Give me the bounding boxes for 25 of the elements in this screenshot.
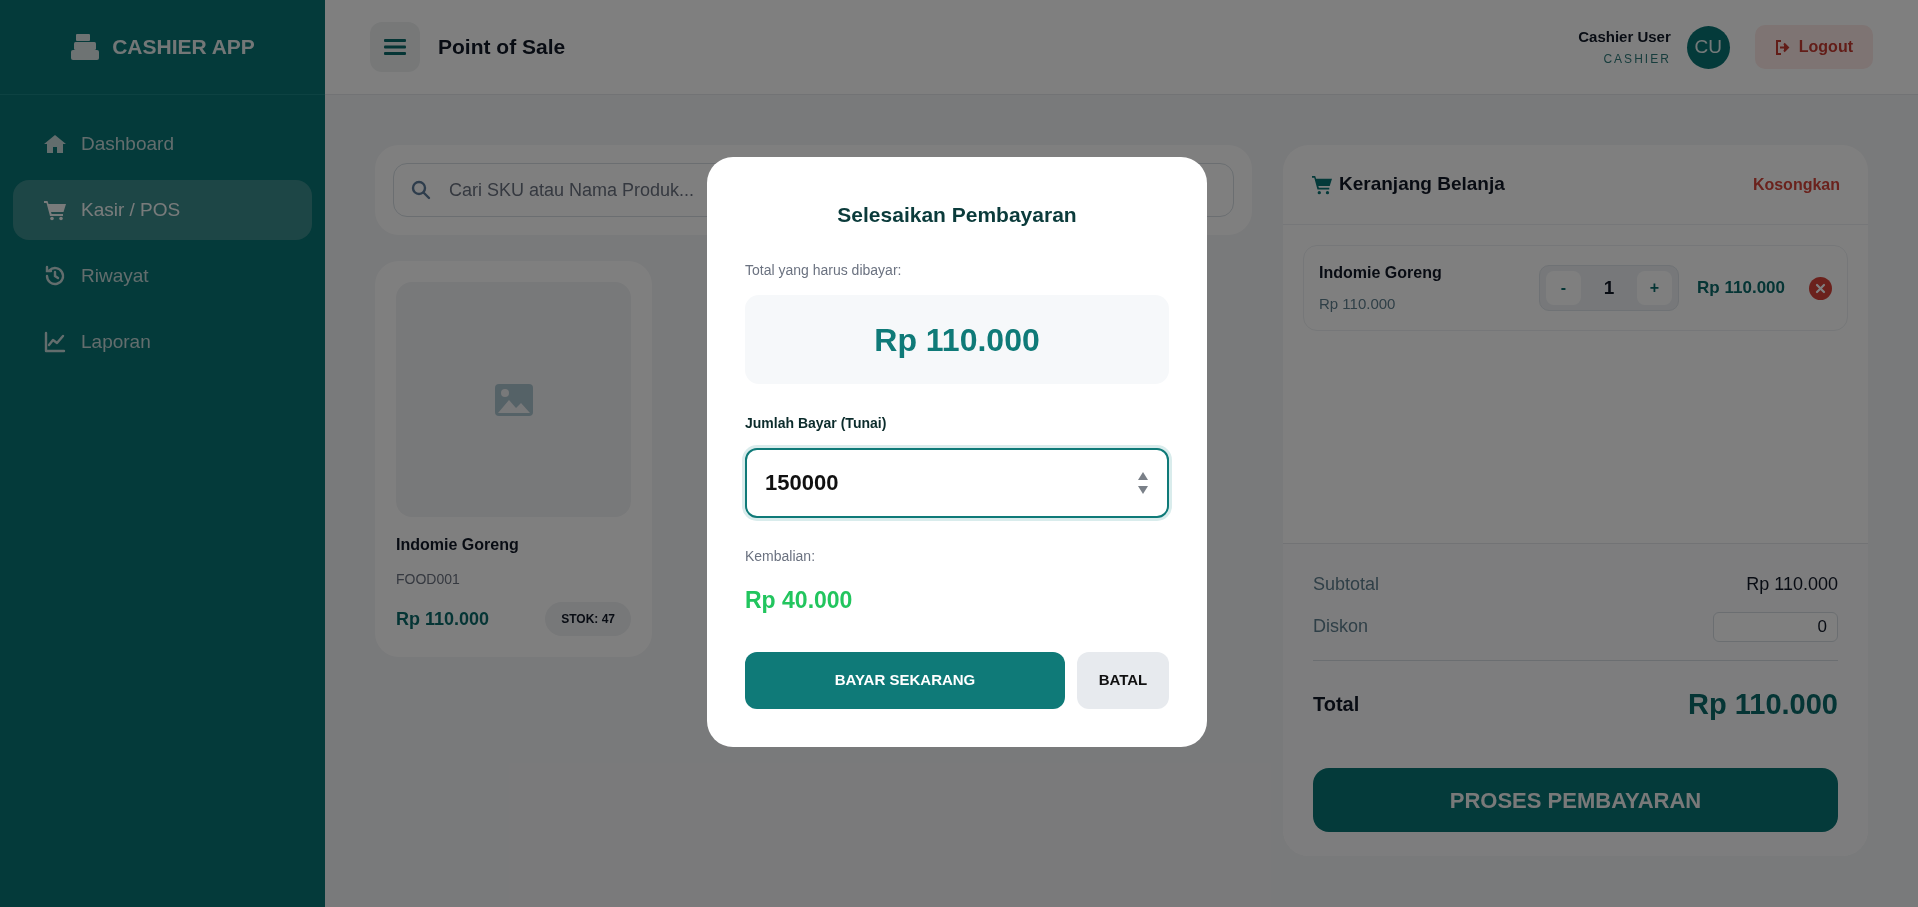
discount-label: Diskon (1313, 615, 1369, 638)
user-role: CASHIER (1603, 51, 1671, 69)
total-value: Rp 110.000 (1688, 686, 1838, 722)
total-label: Total (1313, 692, 1360, 718)
product-name: Indomie Goreng (396, 535, 520, 555)
total-due-label: Total yang harus dibayar: (745, 261, 903, 280)
change-label: Kembalian: (745, 547, 817, 566)
quantity-value: 1 (1603, 275, 1615, 300)
subtotal-label: Subtotal (1313, 573, 1380, 596)
user-name: Cashier User (1578, 26, 1671, 47)
dialog-title: Selesaikan Pembayaran (837, 201, 1077, 228)
product-price: Rp 110.000 (396, 607, 490, 631)
item-name: Indomie Goreng (1319, 262, 1443, 283)
total-due-value: Rp 110.000 (874, 320, 1040, 360)
item-total: Rp 110.000 (1697, 277, 1785, 300)
item-unit-price: Rp 110.000 (1319, 293, 1397, 314)
product-sku: FOOD001 (396, 570, 461, 589)
user-avatar: CU (1686, 25, 1730, 69)
subtotal-value: Rp 110.000 (1746, 573, 1838, 596)
stock-badge: STOK: 47 (545, 602, 631, 636)
brand-name: CASHIER APP (112, 34, 255, 61)
page-title: Point of Sale (438, 34, 566, 61)
cart-title: Keranjang Belanja (1339, 172, 1505, 197)
change-value: Rp 40.000 (745, 586, 854, 615)
paid-amount-label: Jumlah Bayar (Tunai) (745, 414, 888, 433)
